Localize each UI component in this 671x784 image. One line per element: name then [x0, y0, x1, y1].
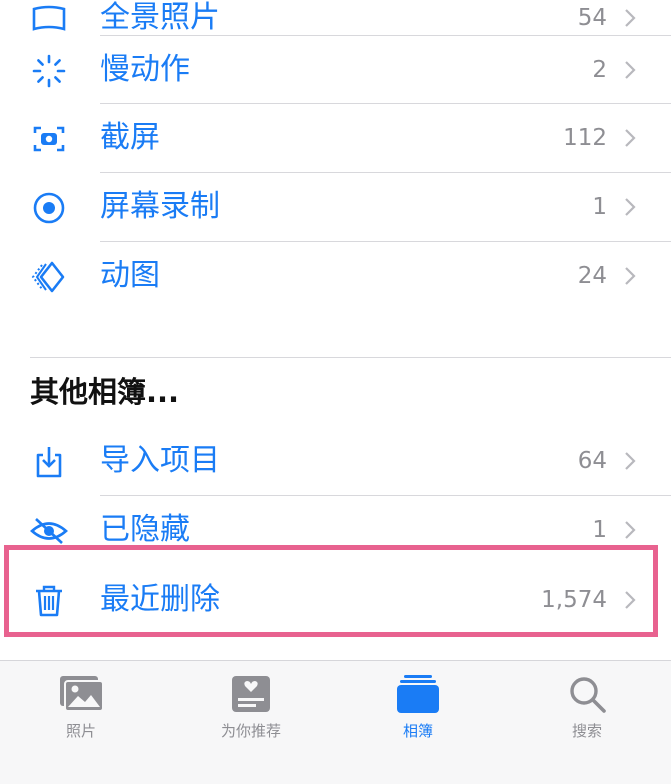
chevron-right-icon: [625, 267, 636, 285]
album-count: 2: [592, 57, 607, 83]
hidden-eye-icon: [30, 512, 68, 546]
screen-recording-icon: [30, 189, 68, 227]
album-label: 屏幕录制: [100, 189, 220, 224]
album-label: 慢动作: [100, 52, 190, 87]
album-label: 截屏: [100, 120, 160, 155]
tab-label: 相簿: [402, 722, 433, 740]
album-label: 动图: [100, 258, 160, 293]
album-row-screen-recording[interactable]: 屏幕录制 1: [0, 173, 671, 241]
animated-icon: [30, 258, 68, 296]
tab-albums[interactable]: 相簿: [358, 673, 478, 753]
tab-for-you[interactable]: 为你推荐: [191, 673, 311, 753]
highlight-box: [4, 545, 658, 637]
album-label: 已隐藏: [100, 512, 190, 546]
tab-search[interactable]: 搜索: [527, 673, 647, 753]
album-label: 导入项目: [100, 443, 220, 478]
import-icon: [30, 443, 68, 481]
screenshot-icon: [30, 120, 68, 158]
album-label: 全景照片: [100, 0, 220, 35]
section-title-other-albums: 其他相簿...: [30, 375, 180, 409]
for-you-icon: [226, 673, 276, 715]
albums-icon: [393, 673, 443, 715]
album-count: 1: [592, 517, 607, 543]
album-count: 64: [577, 448, 607, 474]
panorama-icon: [30, 0, 68, 38]
tab-label: 搜索: [571, 722, 602, 740]
album-count: 1: [592, 194, 607, 220]
album-row-import[interactable]: 导入项目 64: [0, 427, 671, 495]
album-count: 24: [577, 263, 607, 289]
album-count: 54: [577, 5, 607, 31]
tab-bar: 照片 为你推荐 相簿 搜索: [0, 660, 671, 784]
photos-icon: [56, 673, 106, 715]
album-row-animated[interactable]: 动图 24: [0, 242, 671, 310]
tab-label: 照片: [65, 722, 96, 740]
album-row-slow-motion[interactable]: 慢动作 2: [0, 36, 671, 104]
chevron-right-icon: [625, 452, 636, 470]
chevron-right-icon: [625, 9, 636, 27]
tab-photos[interactable]: 照片: [21, 673, 141, 753]
tab-label: 为你推荐: [220, 722, 281, 740]
album-count: 112: [563, 125, 607, 151]
album-row-hidden[interactable]: 已隐藏 1: [0, 496, 671, 546]
album-row-screenshots[interactable]: 截屏 112: [0, 104, 671, 172]
chevron-right-icon: [625, 521, 636, 539]
chevron-right-icon: [625, 129, 636, 147]
chevron-right-icon: [625, 198, 636, 216]
slow-motion-icon: [30, 52, 68, 90]
chevron-right-icon: [625, 61, 636, 79]
search-icon: [562, 673, 612, 715]
